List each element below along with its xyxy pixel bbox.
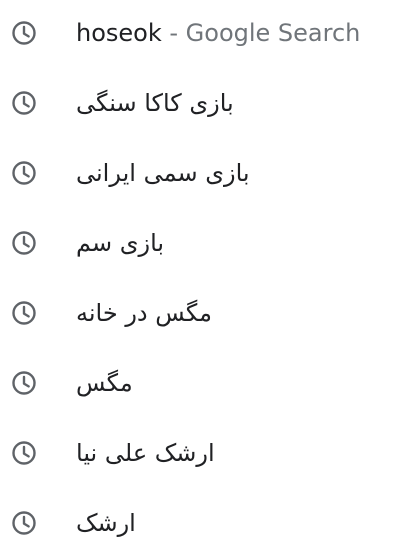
history-item[interactable]: بازی سم [0,208,400,278]
history-query: مگس در خانه [76,299,212,327]
history-item[interactable]: ارشک علی نیا [0,418,400,488]
clock-icon [10,159,38,187]
history-item[interactable]: hoseok - Google Search [0,0,400,68]
clock-icon [10,229,38,257]
history-query: بازی کاکا سنگی [76,89,234,117]
history-item[interactable]: بازی کاکا سنگی [0,68,400,138]
history-query: بازی سمی ایرانی [76,159,250,187]
history-suffix: - Google Search [161,19,361,47]
clock-icon [10,19,38,47]
history-query: hoseok [76,19,162,47]
clock-icon [10,509,38,537]
history-query: مگس [76,369,133,397]
history-query: بازی سم [76,229,165,257]
clock-icon [10,89,38,117]
clock-icon [10,369,38,397]
history-item[interactable]: بازی سمی ایرانی [0,138,400,208]
history-item[interactable]: مگس در خانه [0,278,400,348]
clock-icon [10,299,38,327]
history-item[interactable]: ارشک [0,488,400,558]
history-query: ارشک علی نیا [76,439,215,467]
search-history-list: hoseok - Google Search بازی کاکا سنگی با… [0,0,400,559]
history-item[interactable]: مگس [0,348,400,418]
history-query: ارشک [76,509,136,537]
clock-icon [10,439,38,467]
history-item-text: hoseok - Google Search [76,18,360,48]
